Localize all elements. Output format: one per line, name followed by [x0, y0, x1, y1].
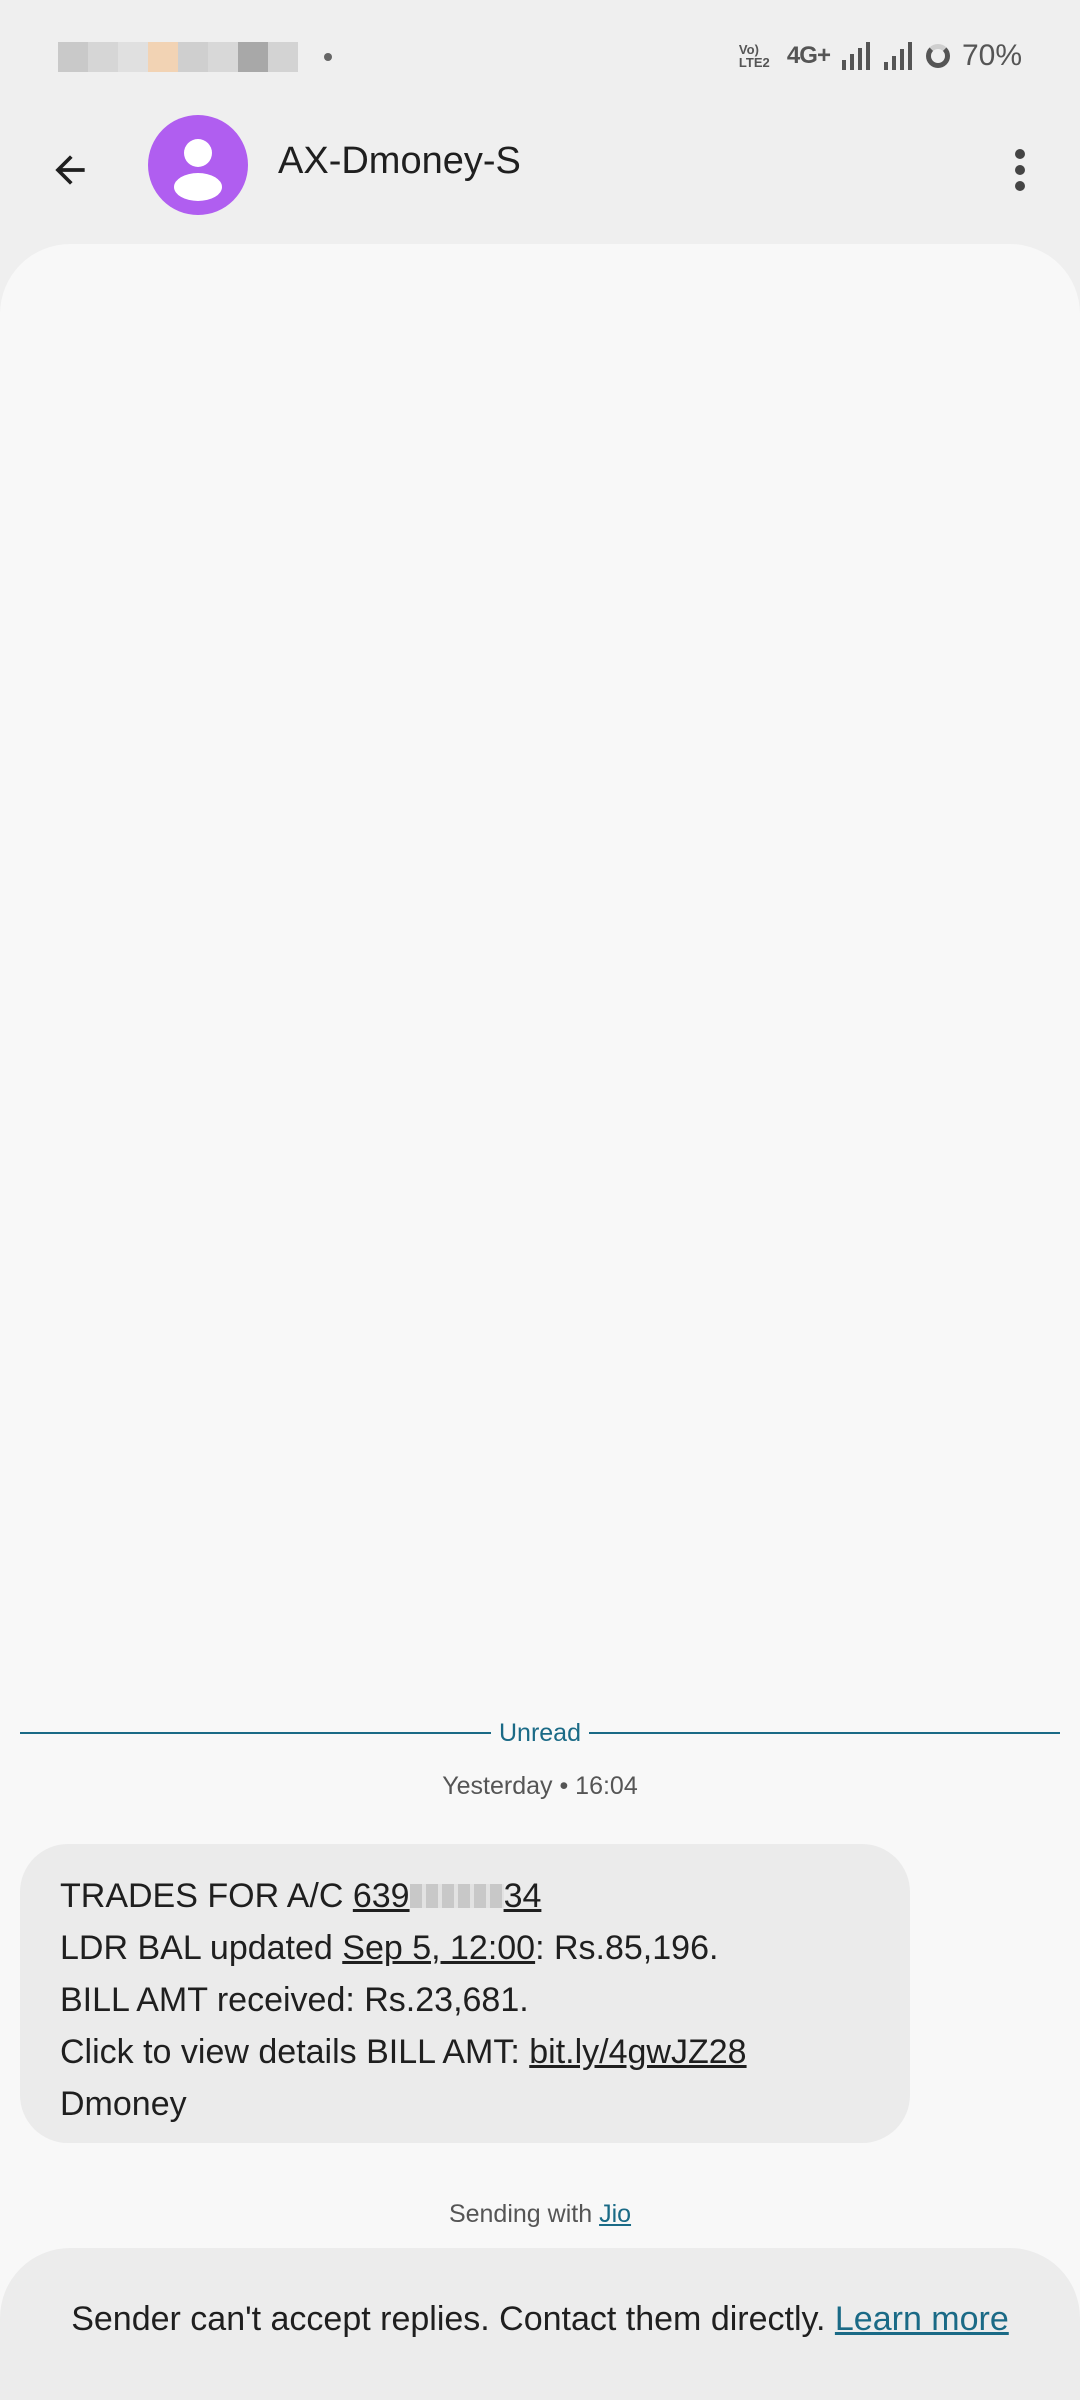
- reply-disabled-banner: Sender can't accept replies. Contact the…: [0, 2248, 1080, 2400]
- arrow-left-icon: [55, 155, 85, 185]
- network-type: 4G+: [786, 42, 831, 69]
- account-number-link[interactable]: 639 34: [353, 1877, 542, 1915]
- avatar[interactable]: [148, 115, 248, 215]
- divider-line: [589, 1732, 1060, 1734]
- volte-icon: Vo) LTE2: [738, 42, 770, 70]
- blurred-notification-icon: [58, 42, 88, 72]
- person-icon: [174, 139, 222, 201]
- more-notifications-dot: [324, 53, 332, 61]
- message-timestamp: Yesterday • 16:04: [442, 1772, 638, 1800]
- status-bar: Vo) LTE2 4G+ 70%: [0, 0, 1080, 110]
- blurred-notification-icon: [238, 42, 268, 72]
- system-icons: Vo) LTE2 4G+ 70%: [739, 36, 1022, 76]
- message-line: LDR BAL updated Sep 5, 12:00: Rs.85,196.: [60, 1929, 719, 1967]
- message-bubble[interactable]: TRADES FOR A/C 639 34 LDR BAL updated Sep…: [20, 1844, 910, 2143]
- message-line: BILL AMT received: Rs.23,681.: [60, 1981, 529, 2019]
- banner-text: Sender can't accept replies. Contact the…: [71, 2300, 1009, 2338]
- blurred-notification-icon: [88, 42, 118, 72]
- blurred-notification-icon: [268, 42, 298, 72]
- divider-line: [20, 1732, 491, 1734]
- signal-strength-icon: [841, 42, 870, 70]
- unread-label: Unread: [499, 1718, 581, 1747]
- blurred-notification-icon: [208, 42, 238, 72]
- more-options-button[interactable]: [988, 138, 1052, 202]
- message-line: Dmoney: [60, 2085, 187, 2123]
- masked-digits: [409, 1884, 504, 1909]
- sending-with-info: Sending with Jio: [448, 2200, 632, 2228]
- contact-name[interactable]: AX-Dmoney-S: [278, 140, 521, 183]
- back-button[interactable]: [38, 138, 102, 202]
- date-link[interactable]: Sep 5, 12:00: [342, 1929, 535, 1967]
- url-link[interactable]: bit.ly/4gwJZ28: [529, 2033, 746, 2071]
- battery-percentage: 70%: [961, 39, 1022, 72]
- carrier-link[interactable]: Jio: [599, 2200, 631, 2228]
- notification-icons: [58, 42, 332, 72]
- signal-strength-icon-2: [883, 42, 912, 70]
- message-line: Click to view details BILL AMT: bit.ly/4…: [60, 2033, 747, 2071]
- app-bar: AX-Dmoney-S: [0, 110, 1080, 240]
- conversation-area[interactable]: Unread Yesterday • 16:04 TRADES FOR A/C …: [0, 244, 1080, 2400]
- learn-more-link[interactable]: Learn more: [835, 2300, 1009, 2338]
- unread-divider: Unread: [20, 1718, 1060, 1747]
- blurred-notification-icon: [148, 42, 178, 72]
- message-line: TRADES FOR A/C 639 34: [60, 1877, 542, 1915]
- blurred-notification-icon: [178, 42, 208, 72]
- blurred-notification-icon: [118, 42, 148, 72]
- battery-icon: [925, 44, 950, 68]
- more-vert-icon: [1015, 149, 1025, 191]
